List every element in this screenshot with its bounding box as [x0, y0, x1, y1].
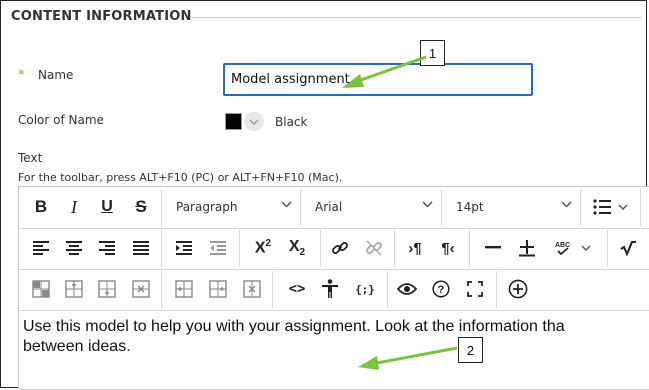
- toolbar-help-text: For the toolbar, press ALT+F10 (PC) or A…: [18, 171, 343, 184]
- section-divider: [192, 17, 641, 18]
- required-asterisk: *: [18, 68, 25, 83]
- spellcheck-icon[interactable]: ABC: [549, 228, 599, 268]
- font-family-dropdown-value: Arial: [315, 200, 343, 214]
- name-label: Name: [38, 68, 74, 82]
- toolbar-row-1: B I U S Paragraph Arial 14pt: [19, 187, 649, 229]
- toolbar-separator: [469, 230, 470, 267]
- toolbar-row-2: X2 X2 ›¶ ¶‹ ABC: [19, 228, 649, 270]
- toolbar-separator: [161, 230, 162, 267]
- callout-arrow-2: [358, 346, 458, 370]
- preview-icon[interactable]: [395, 269, 419, 309]
- ltr-icon[interactable]: ›¶: [403, 228, 427, 268]
- toolbar-row-3: <> {;} ?: [19, 269, 649, 311]
- toolbar-separator: [394, 230, 395, 267]
- section-title: CONTENT INFORMATION: [11, 9, 192, 24]
- italic-icon[interactable]: I: [62, 187, 86, 227]
- toolbar-separator: [607, 230, 608, 267]
- color-of-name-label: Color of Name: [18, 113, 104, 127]
- toolbar-separator: [272, 271, 273, 308]
- paragraph-dropdown[interactable]: Paragraph: [162, 187, 300, 227]
- code-icon[interactable]: <>: [283, 269, 311, 309]
- insert-row-before-icon[interactable]: [62, 269, 86, 309]
- unlink-icon[interactable]: [362, 228, 386, 268]
- toolbar-separator: [496, 271, 497, 308]
- insert-col-before-icon[interactable]: [172, 269, 196, 309]
- chevron-down-icon: [422, 201, 433, 208]
- add-content-icon[interactable]: [505, 269, 531, 309]
- font-size-dropdown[interactable]: 14pt: [442, 187, 580, 227]
- bullet-list-icon[interactable]: [587, 187, 637, 227]
- insert-col-after-icon[interactable]: [206, 269, 230, 309]
- align-left-icon[interactable]: [29, 228, 53, 268]
- editor-text-line-1: Use this model to help you with your ass…: [23, 318, 565, 335]
- editor-content[interactable]: Use this model to help you with your ass…: [19, 311, 649, 389]
- chevron-down-icon: [561, 201, 572, 208]
- color-dropdown-chevron-icon: [244, 112, 264, 131]
- color-swatch: [225, 113, 242, 130]
- accessibility-icon[interactable]: [318, 269, 342, 309]
- callout-arrow-1: [342, 55, 427, 88]
- editor-text-line-2: between ideas.: [23, 338, 131, 355]
- svg-text:?: ?: [438, 284, 445, 296]
- rich-text-editor[interactable]: B I U S Paragraph Arial 14pt X2 X2 ›¶ ¶‹…: [18, 186, 649, 390]
- align-center-icon[interactable]: [62, 228, 86, 268]
- indent-icon[interactable]: [172, 228, 196, 268]
- link-icon[interactable]: [328, 228, 352, 268]
- delete-col-icon[interactable]: [240, 269, 264, 309]
- strikethrough-icon[interactable]: S: [129, 187, 153, 227]
- paragraph-dropdown-value: Paragraph: [176, 200, 238, 214]
- color-value: Black: [275, 115, 308, 129]
- outdent-icon[interactable]: [206, 228, 230, 268]
- color-picker[interactable]: [225, 111, 267, 132]
- table-icon[interactable]: [29, 269, 53, 309]
- superscript-icon[interactable]: X2: [249, 228, 277, 268]
- toolbar-separator: [320, 230, 321, 267]
- font-family-dropdown[interactable]: Arial: [301, 187, 441, 227]
- fullscreen-icon[interactable]: [463, 269, 487, 309]
- underline-icon[interactable]: U: [95, 187, 119, 227]
- toolbar-separator: [387, 271, 388, 308]
- align-justify-icon[interactable]: [129, 228, 153, 268]
- math-icon[interactable]: [616, 228, 640, 268]
- plus-minus-icon[interactable]: [515, 228, 539, 268]
- horizontal-rule-icon[interactable]: [481, 228, 505, 268]
- toolbar-separator: [239, 230, 240, 267]
- subscript-icon[interactable]: X2: [283, 228, 311, 268]
- chevron-down-icon: [281, 201, 292, 208]
- bold-icon[interactable]: B: [29, 187, 53, 227]
- toolbar-separator: [640, 189, 641, 226]
- mashup-icon[interactable]: {;}: [351, 269, 379, 309]
- rtl-icon[interactable]: ¶‹: [436, 228, 460, 268]
- align-right-icon[interactable]: [95, 228, 119, 268]
- delete-row-icon[interactable]: [129, 269, 153, 309]
- toolbar-separator: [161, 271, 162, 308]
- font-size-dropdown-value: 14pt: [456, 200, 484, 214]
- help-icon[interactable]: ?: [429, 269, 453, 309]
- text-label: Text: [18, 151, 43, 165]
- insert-row-after-icon[interactable]: [95, 269, 119, 309]
- toolbar-separator: [580, 189, 581, 226]
